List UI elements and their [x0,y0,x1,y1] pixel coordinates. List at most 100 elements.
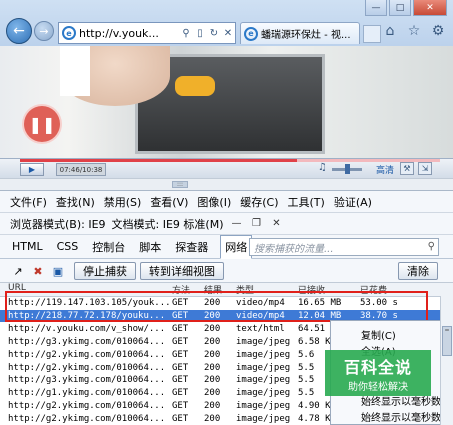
cell-method: GET [172,362,189,373]
tab-html[interactable]: HTML [10,237,45,256]
tab-network[interactable]: 网络 [220,234,253,259]
new-tab-button[interactable] [363,25,381,43]
menu-cache[interactable]: 缓存(C) [240,194,278,210]
compat-view-icon[interactable]: ▯ [193,28,207,39]
cell-method: GET [172,388,189,399]
back-button[interactable]: ← [6,18,32,44]
cell-method: GET [172,401,189,412]
menu-file[interactable]: 文件(F) [10,194,47,210]
minimize-icon[interactable]: — [365,0,387,16]
pause-icon[interactable]: ❚❚ [22,104,62,144]
fullscreen-icon[interactable]: ⇲ [418,162,432,175]
clear-button[interactable]: 清除 [398,262,438,280]
browser-toolbar: ⌂ ☆ ⚙ [381,22,447,40]
search-input[interactable]: 搜索捕获的流量... ⚲ [249,238,439,256]
clear-cache-icon[interactable]: ✖ [30,263,46,279]
cell-url: http://g2.ykimg.com/010064... [8,401,166,412]
cell-url: http://g2.ykimg.com/010064... [8,362,166,373]
search-icon[interactable]: ⚲ [179,28,193,39]
cell-type: image/jpeg [236,362,291,373]
settings-icon[interactable]: ⚒ [400,162,414,175]
scrollbar-thumb[interactable]: ::: [172,181,188,188]
forward-button[interactable]: → [34,21,54,41]
time-display: 07:46/10:38 [56,163,106,176]
tab-script[interactable]: 脚本 [137,236,163,258]
play-icon[interactable]: ▶ [20,163,44,176]
cell-result: 200 [204,401,221,412]
watermark-title: 百科全说 [343,357,412,377]
cell-result: 200 [204,323,221,334]
save-icon[interactable]: ▣ [50,263,66,279]
stop-capture-button[interactable]: 停止捕获 [74,262,136,280]
cell-method: GET [172,323,189,334]
menu-find[interactable]: 查找(N) [56,194,95,210]
devtools-menubar: 文件(F) 查找(N) 禁用(S) 查看(V) 图像(I) 缓存(C) 工具(T… [0,191,453,213]
close-icon[interactable]: ✕ [270,217,284,231]
search-icon[interactable]: ⚲ [428,241,435,252]
volume-icon[interactable]: ♫ [318,162,327,173]
undock-icon[interactable]: ❐ [250,217,264,231]
video-frame[interactable]: ❚❚ [0,46,453,158]
tab-favicon-icon: e [244,26,258,41]
volume-knob[interactable] [345,164,350,174]
browser-mode[interactable]: 浏览器模式(B): IE9 [10,216,106,232]
cell-method: GET [172,349,189,360]
refresh-icon[interactable]: ↻ [207,28,221,39]
cell-type: image/jpeg [236,349,291,360]
cell-type: image/jpeg [236,414,291,425]
scrollbar-thumb[interactable]: = [442,326,452,356]
network-toolbar: ↗ ✖ ▣ 停止捕获 转到详细视图 清除 [0,259,453,283]
menu-images[interactable]: 图像(I) [197,194,231,210]
maximize-icon[interactable]: □ [389,0,411,16]
menu-tools[interactable]: 工具(T) [288,194,325,210]
close-icon[interactable]: ✕ [413,0,447,16]
tab-css[interactable]: CSS [55,237,81,256]
video-sleeve [60,46,90,96]
document-mode[interactable]: 文档模式: IE9 标准(M) [112,216,224,232]
menu-validate[interactable]: 验证(A) [334,194,372,210]
devtools-modebar: 浏览器模式(B): IE9 文档模式: IE9 标准(M) — ❐ ✕ [0,213,453,235]
gear-icon[interactable]: ⚙ [429,22,447,40]
favorites-star-icon[interactable]: ☆ [405,22,423,40]
cell-method: GET [172,414,189,425]
quality-label[interactable]: 高清 [376,163,394,176]
cell-result: 200 [204,349,221,360]
screenshot-root: — □ ✕ ← → e http://v.youk... ⚲ ▯ ↻ ✕ e 蟠… [0,0,453,425]
address-bar[interactable]: e http://v.youk... ⚲ ▯ ↻ ✕ [58,22,236,44]
vertical-scrollbar[interactable]: = [440,296,453,425]
cell-url: http://g2.ykimg.com/010064... [8,414,166,425]
cell-url: http://g1.ykimg.com/010064... [8,388,166,399]
cell-result: 200 [204,336,221,347]
minimize-icon[interactable]: — [230,217,244,231]
cell-type: image/jpeg [236,375,291,386]
cursor-select-icon[interactable]: ↗ [10,263,26,279]
search-placeholder: 搜索捕获的流量... [254,243,334,255]
watermark-logo: 百科全说 助你轻松解决 [325,350,431,396]
cell-received: 5.6 [298,349,315,360]
cell-type: image/jpeg [236,336,291,347]
progress-bar[interactable] [20,159,440,162]
cell-url: http://g3.ykimg.com/010064... [8,336,166,347]
watermark-subtitle: 助你轻松解决 [348,381,408,393]
cell-received: 5.5 [298,375,315,386]
detail-view-button[interactable]: 转到详细视图 [140,262,224,280]
context-copy[interactable]: 复制(C) [361,327,396,342]
cell-method: GET [172,336,189,347]
browser-tab[interactable]: e 蟠瑞源环保灶 - 视... [240,22,360,44]
tab-label: 蟠瑞源环保灶 - 视... [261,30,351,41]
menu-disable[interactable]: 禁用(S) [104,194,142,210]
window-controls: — □ ✕ [365,0,447,16]
tab-profiler[interactable]: 探查器 [173,236,210,258]
address-text: http://v.youk... [79,26,159,40]
tab-console[interactable]: 控制台 [90,236,127,258]
home-icon[interactable]: ⌂ [381,22,399,40]
cell-url: http://v.youku.com/v_show/... [8,323,166,334]
horizontal-scrollbar[interactable]: ::: [0,178,453,190]
browser-chrome: — □ ✕ ← → e http://v.youk... ⚲ ▯ ↻ ✕ e 蟠… [0,0,453,46]
cell-result: 200 [204,388,221,399]
menu-view[interactable]: 查看(V) [150,194,188,210]
cell-result: 200 [204,414,221,425]
cell-url: http://g2.ykimg.com/010064... [8,349,166,360]
cell-received: 5.5 [298,362,315,373]
stop-icon[interactable]: ✕ [221,28,235,39]
